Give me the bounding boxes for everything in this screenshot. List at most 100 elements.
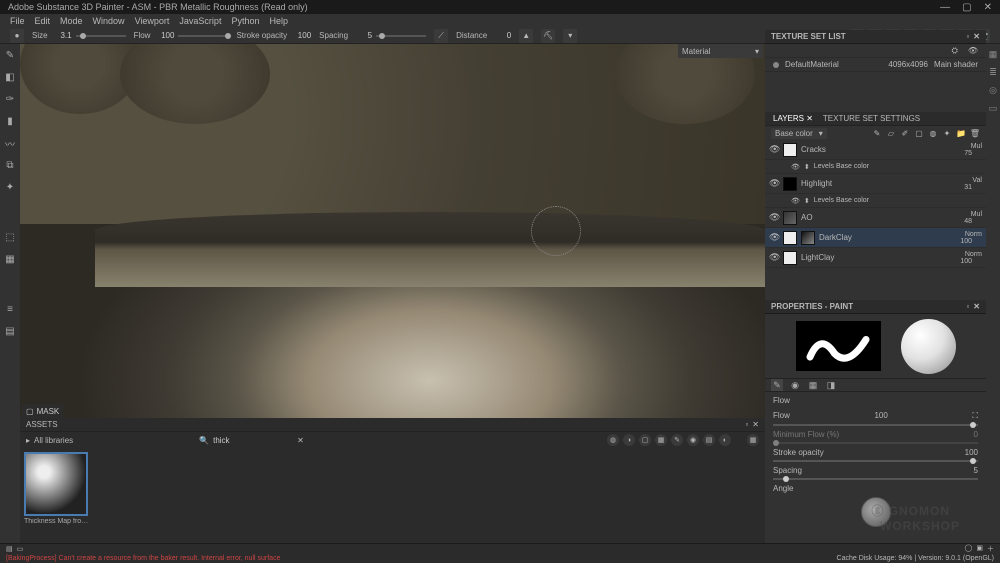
texture-set-item[interactable]: DefaultMaterial 4096x4096 Main shader bbox=[765, 58, 986, 72]
menu-python[interactable]: Python bbox=[231, 16, 259, 26]
status-add-icon[interactable]: ＋ bbox=[987, 544, 994, 554]
stack-icon[interactable]: ≡ bbox=[3, 302, 17, 316]
visibility-icon[interactable]: 👁 bbox=[769, 144, 779, 155]
folder-icon[interactable]: 📁 bbox=[956, 128, 966, 138]
size-slider[interactable] bbox=[76, 35, 126, 37]
tab-layers[interactable]: LAYERS ✕ bbox=[773, 114, 813, 123]
prop-minflow-value[interactable]: 0 bbox=[974, 430, 978, 439]
prop-opacity-value[interactable]: 100 bbox=[965, 448, 978, 457]
filter-all-icon[interactable]: ◍ bbox=[607, 434, 619, 446]
prop-tab-alpha[interactable]: ◉ bbox=[789, 379, 801, 391]
filter-smart-icon[interactable]: ▢ bbox=[639, 434, 651, 446]
filter-texture-icon[interactable]: ▦ bbox=[655, 434, 667, 446]
visibility-icon[interactable]: 👁 bbox=[791, 197, 800, 205]
asset-item[interactable]: Thickness Map from... bbox=[24, 452, 92, 539]
library-selector[interactable]: ▸All libraries bbox=[26, 436, 73, 445]
add-fill-icon[interactable]: ◍ bbox=[928, 128, 938, 138]
close-panel-icon[interactable]: ✕ bbox=[973, 302, 980, 311]
distance-value[interactable]: 0 bbox=[491, 31, 511, 40]
status-refresh-icon[interactable]: ◯ bbox=[965, 544, 973, 554]
menu-edit[interactable]: Edit bbox=[35, 16, 51, 26]
dropdown-icon[interactable]: ▾ bbox=[563, 29, 577, 43]
visibility-icon[interactable]: 👁 bbox=[968, 46, 978, 55]
add-smart-icon[interactable]: ✦ bbox=[942, 128, 952, 138]
panel-layers-icon[interactable]: ≣ bbox=[987, 66, 999, 78]
menu-javascript[interactable]: JavaScript bbox=[179, 16, 221, 26]
tab-close-icon[interactable]: ✕ bbox=[806, 114, 813, 123]
menu-mode[interactable]: Mode bbox=[60, 16, 83, 26]
menu-file[interactable]: File bbox=[10, 16, 25, 26]
settings-gear-icon[interactable]: ⛭ bbox=[951, 46, 957, 56]
view-grid-icon[interactable]: ▦ bbox=[747, 434, 759, 446]
flow-slider[interactable] bbox=[178, 35, 228, 37]
cube-icon[interactable]: ▤ bbox=[3, 324, 17, 338]
undock-icon[interactable]: ▫ bbox=[745, 420, 748, 429]
layer-row[interactable]: 👁 DarkClay Norm100 bbox=[765, 228, 986, 248]
menu-window[interactable]: Window bbox=[93, 16, 125, 26]
projection-tool-icon[interactable]: ✑ bbox=[3, 92, 17, 106]
viewport-3d[interactable]: Material▾ ▢MASK bbox=[20, 44, 765, 418]
channel-selector[interactable]: Base color▾ bbox=[771, 128, 827, 139]
layer-edit-icon[interactable]: ✐ bbox=[900, 128, 910, 138]
close-panel-icon[interactable]: ✕ bbox=[973, 32, 980, 41]
picker-tool-icon[interactable]: ✦ bbox=[3, 180, 17, 194]
visibility-icon[interactable]: 👁 bbox=[769, 212, 779, 223]
layer-effect-row[interactable]: 👁 ⬍ Levels Base color bbox=[765, 160, 986, 174]
minimize-icon[interactable]: — bbox=[940, 2, 950, 13]
undock-icon[interactable]: ▫ bbox=[966, 302, 969, 311]
close-panel-icon[interactable]: ✕ bbox=[752, 420, 759, 429]
layer-effect-row[interactable]: 👁 ⬍ Levels Base color bbox=[765, 194, 986, 208]
layer-mask-thumb[interactable] bbox=[783, 231, 797, 245]
steady-stroke-icon[interactable]: ⟋ bbox=[434, 29, 448, 43]
spacing-value[interactable]: 5 bbox=[352, 31, 372, 40]
flow-value[interactable]: 100 bbox=[154, 31, 174, 40]
layer-thumb[interactable] bbox=[783, 177, 797, 191]
layer-row[interactable]: 👁 AO Mul48 bbox=[765, 208, 986, 228]
undock-icon[interactable]: ▫ bbox=[966, 32, 969, 41]
eraser-tool-icon[interactable]: ◧ bbox=[3, 70, 17, 84]
smudge-tool-icon[interactable]: 〰 bbox=[3, 136, 17, 150]
layer-thumb[interactable] bbox=[801, 231, 815, 245]
texset-shader[interactable]: Main shader bbox=[934, 60, 978, 69]
filter-env-icon[interactable]: ◐ bbox=[719, 434, 731, 446]
prop-tab-material[interactable]: ◨ bbox=[825, 379, 837, 391]
layer-effect-icon[interactable]: ✎ bbox=[872, 128, 882, 138]
layer-row[interactable]: 👁 LightClay Norm100 bbox=[765, 248, 986, 268]
filter-material-icon[interactable]: ◑ bbox=[623, 434, 635, 446]
panel-live-icon[interactable]: ◎ bbox=[987, 84, 999, 96]
prop-flow-value[interactable]: 100 bbox=[874, 411, 887, 421]
symmetry-icon[interactable]: ▲ bbox=[519, 29, 533, 43]
layer-thumb[interactable] bbox=[783, 251, 797, 265]
filter-filter-icon[interactable]: ✎ bbox=[671, 434, 683, 446]
menu-help[interactable]: Help bbox=[269, 16, 288, 26]
visibility-icon[interactable]: 👁 bbox=[769, 252, 779, 263]
visibility-icon[interactable]: 👁 bbox=[769, 178, 779, 189]
layer-row[interactable]: 👁 Cracks Mul75 bbox=[765, 140, 986, 160]
clone-tool-icon[interactable]: ⧉ bbox=[3, 158, 17, 172]
asset-search-input[interactable] bbox=[213, 436, 293, 445]
clear-search-icon[interactable]: ✕ bbox=[297, 436, 304, 445]
spacing-slider[interactable] bbox=[376, 35, 426, 37]
menu-viewport[interactable]: Viewport bbox=[135, 16, 170, 26]
tab-texture-set-settings[interactable]: TEXTURE SET SETTINGS bbox=[823, 114, 920, 123]
prop-flow-slider[interactable] bbox=[773, 424, 978, 426]
polyfill-tool-icon[interactable]: ⬚ bbox=[3, 230, 17, 244]
add-layer-icon[interactable]: ▢ bbox=[914, 128, 924, 138]
prop-minflow-slider[interactable] bbox=[773, 442, 978, 444]
brush-icon[interactable]: ● bbox=[10, 29, 24, 43]
layer-mask-icon[interactable]: ▱ bbox=[886, 128, 896, 138]
layer-row[interactable]: 👁 Highlight Val31 bbox=[765, 174, 986, 194]
prop-spacing-value[interactable]: 5 bbox=[974, 466, 978, 475]
opacity-value[interactable]: 100 bbox=[291, 31, 311, 40]
filter-alpha-icon[interactable]: ▤ bbox=[703, 434, 715, 446]
maximize-icon[interactable]: ▢ bbox=[962, 2, 971, 13]
status-icon-1[interactable]: ▤ bbox=[6, 545, 13, 553]
material-channel-dropdown[interactable]: Material▾ bbox=[678, 44, 763, 58]
status-icon-2[interactable]: ▭ bbox=[17, 545, 24, 553]
layer-thumb[interactable] bbox=[783, 211, 797, 225]
panel-history-icon[interactable]: ▭ bbox=[987, 102, 999, 114]
picker-icon[interactable]: ⛶ bbox=[972, 411, 978, 421]
visibility-icon[interactable]: 👁 bbox=[791, 163, 800, 171]
symmetry-settings-icon[interactable]: ⛏ bbox=[541, 29, 555, 43]
select-tool-icon[interactable]: ▦ bbox=[3, 252, 17, 266]
